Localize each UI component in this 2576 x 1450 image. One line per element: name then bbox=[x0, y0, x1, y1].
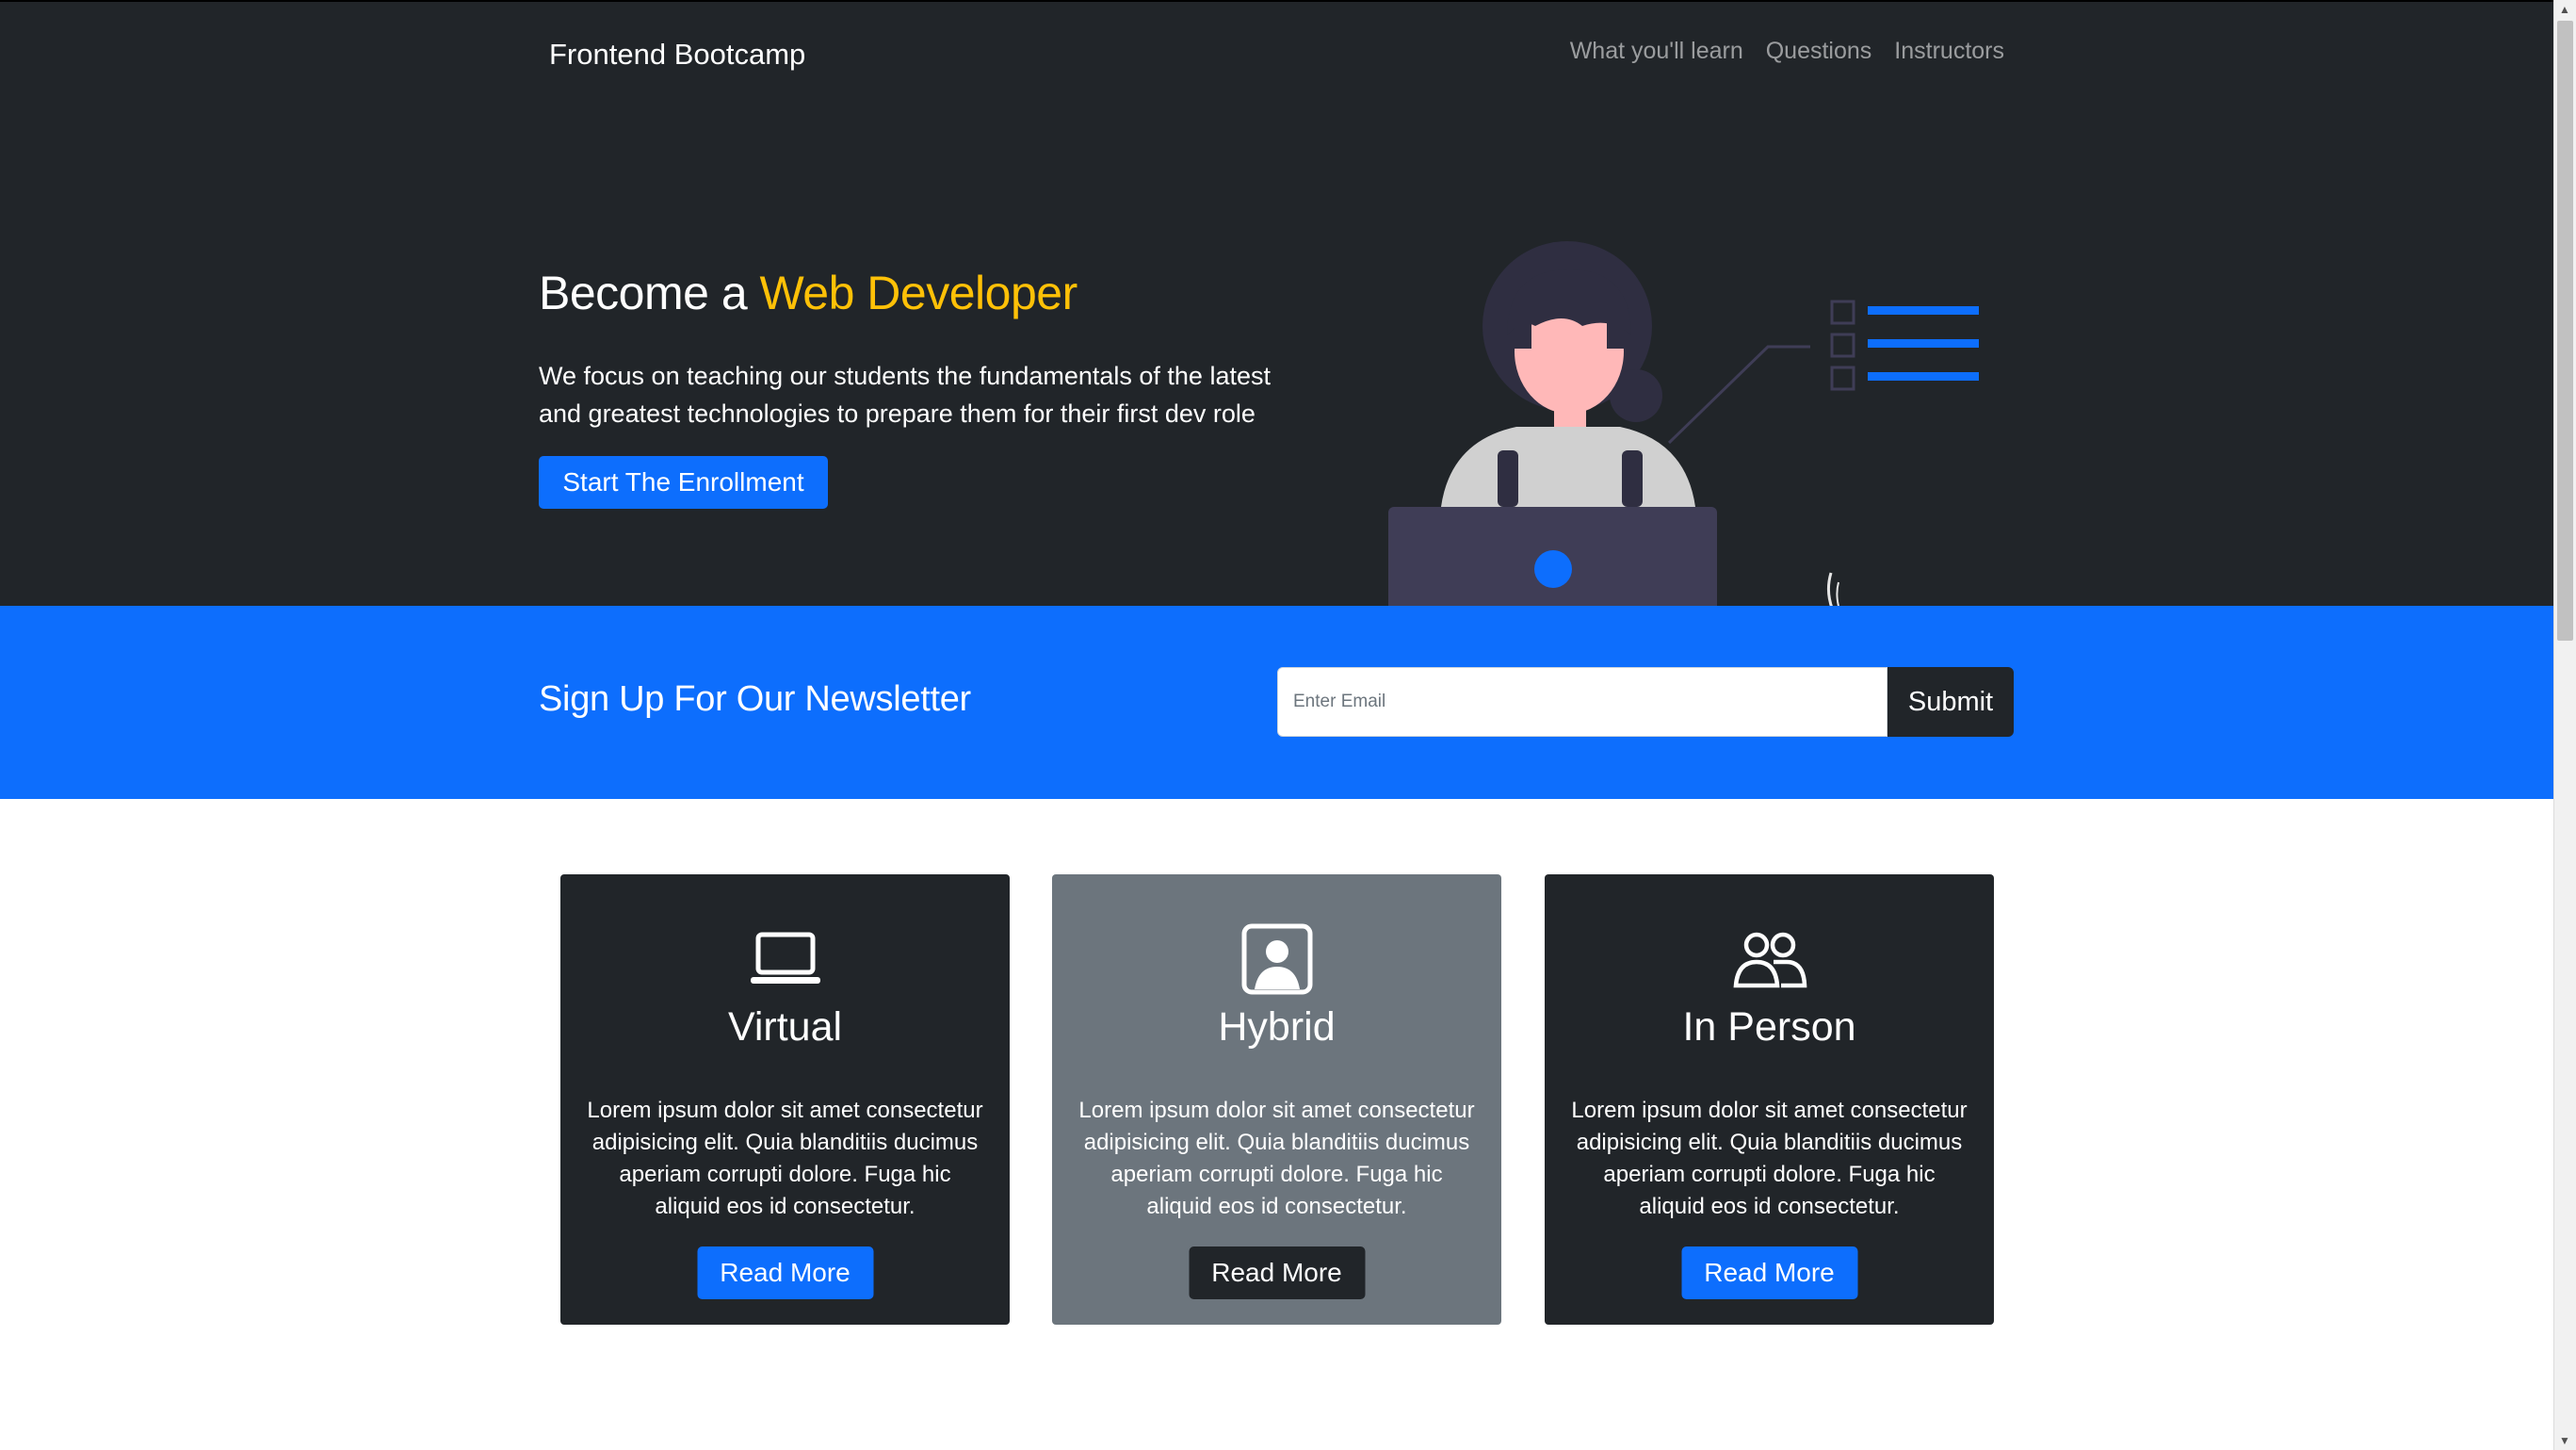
laptop-icon bbox=[560, 931, 1010, 1006]
nav-links: What you'll learn Questions Instructors bbox=[1570, 38, 2004, 65]
nav-link-questions[interactable]: Questions bbox=[1766, 38, 1872, 65]
hero-title-prefix: Become a bbox=[539, 267, 760, 319]
submit-button[interactable]: Submit bbox=[1887, 667, 2014, 737]
card-text-virtual: Lorem ipsum dolor sit amet consectetur a… bbox=[587, 1098, 983, 1219]
read-more-button-in-person[interactable]: Read More bbox=[1681, 1246, 1857, 1299]
read-more-button-virtual[interactable]: Read More bbox=[697, 1246, 873, 1299]
email-input[interactable] bbox=[1277, 667, 1887, 737]
card-title-virtual: Virtual bbox=[727, 1004, 843, 1050]
brand-link[interactable]: Frontend Bootcamp bbox=[549, 38, 805, 72]
newsletter-title: Sign Up For Our Newsletter bbox=[539, 679, 971, 719]
hero-title-accent: Web Developer bbox=[759, 267, 1078, 319]
card-in-person: In Person Lorem ipsum dolor sit amet con… bbox=[1545, 874, 1994, 1325]
card-text-in-person: Lorem ipsum dolor sit amet consectetur a… bbox=[1571, 1098, 1968, 1219]
hero-title: Become a Web Developer bbox=[539, 266, 1077, 320]
page: Frontend Bootcamp What you'll learn Ques… bbox=[0, 0, 2554, 1450]
card-title-hybrid: Hybrid bbox=[1218, 1004, 1336, 1050]
read-more-button-hybrid[interactable]: Read More bbox=[1189, 1246, 1365, 1299]
card-virtual: Virtual Lorem ipsum dolor sit amet conse… bbox=[560, 874, 1010, 1325]
hero-lead: We focus on teaching our students the fu… bbox=[539, 362, 1271, 428]
scroll-up-arrow-icon[interactable]: ▲ bbox=[2559, 4, 2570, 15]
card-text-hybrid: Lorem ipsum dolor sit amet consectetur a… bbox=[1078, 1098, 1475, 1219]
scrollbar-thumb[interactable] bbox=[2557, 21, 2573, 641]
scroll-down-arrow-icon[interactable]: ▼ bbox=[2559, 1435, 2570, 1446]
start-enrollment-button[interactable]: Start The Enrollment bbox=[539, 456, 828, 509]
person-badge-icon bbox=[1052, 923, 1501, 1006]
newsletter-form: Submit bbox=[1277, 667, 2014, 737]
hero-section: Become a Web Developer We focus on teach… bbox=[0, 111, 2554, 718]
card-title-in-person: In Person bbox=[1682, 1004, 1856, 1050]
navbar: Frontend Bootcamp What you'll learn Ques… bbox=[0, 0, 2554, 113]
nav-link-instructors[interactable]: Instructors bbox=[1894, 38, 2004, 65]
nav-link-what-youll-learn[interactable]: What you'll learn bbox=[1570, 38, 1743, 65]
people-icon bbox=[1545, 931, 1994, 1006]
vertical-scrollbar[interactable]: ▲ ▼ bbox=[2553, 0, 2576, 1450]
card-hybrid: Hybrid Lorem ipsum dolor sit amet consec… bbox=[1052, 874, 1501, 1325]
newsletter-section: Sign Up For Our Newsletter Submit bbox=[0, 606, 2554, 799]
